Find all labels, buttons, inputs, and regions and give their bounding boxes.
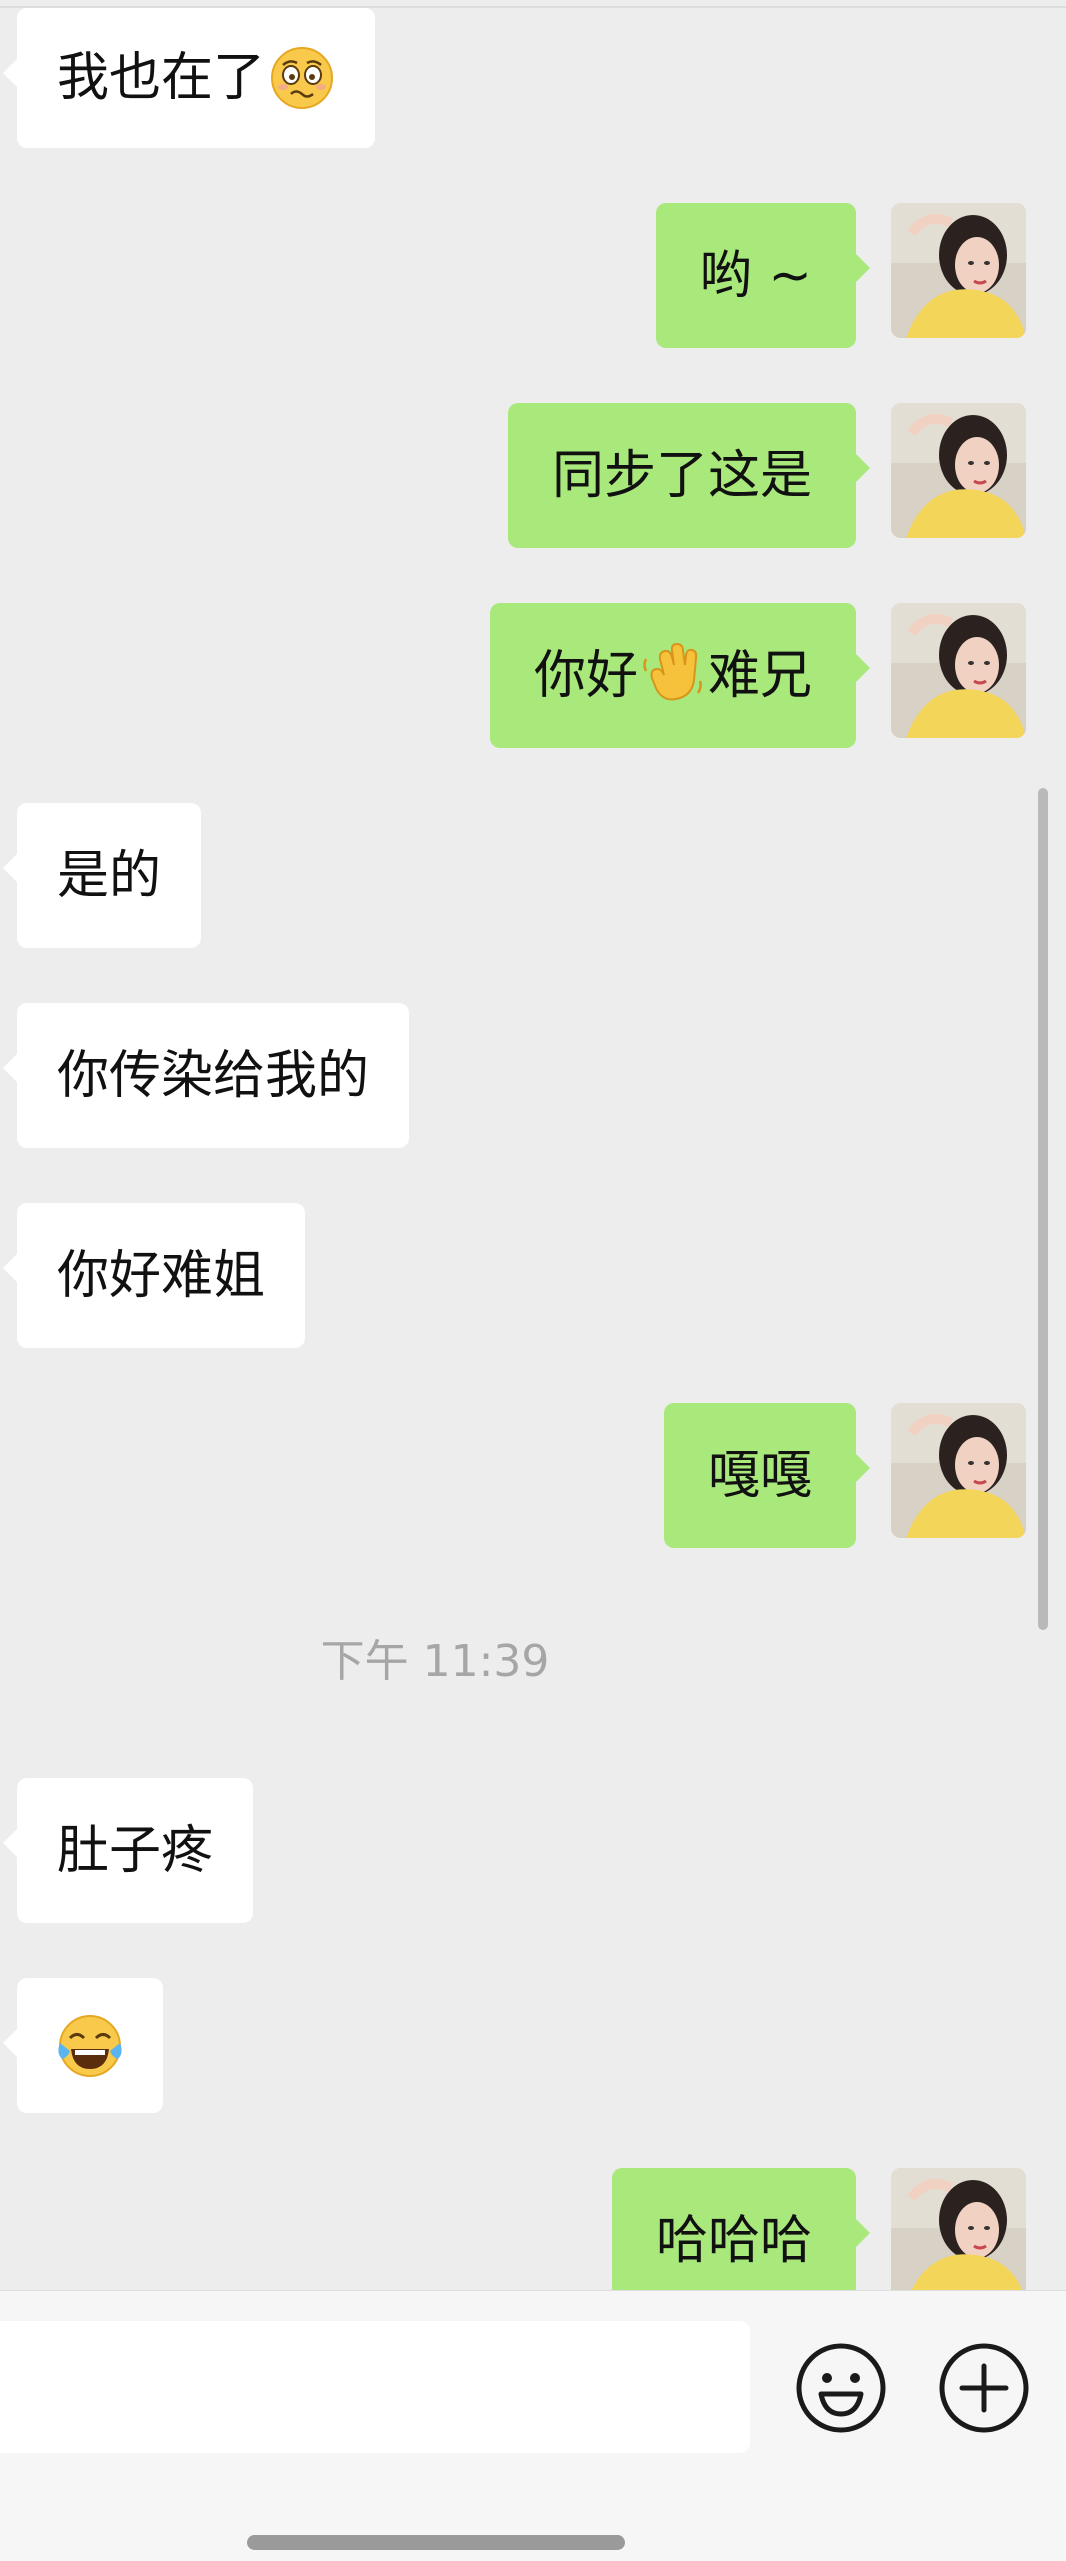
message-bubble-incoming[interactable] [3,1978,163,2113]
chat-screen: 我也在了 哟 ~ 同步了这是 你好 难兄 是的 你传染给我的 你好难姐 嘎嘎 下… [0,0,1066,2561]
message-timestamp: 下午 11:39 [320,1636,550,1687]
message-list[interactable]: 我也在了 哟 ~ 同步了这是 你好 难兄 是的 你传染给我的 你好难姐 嘎嘎 下… [0,0,1066,2290]
bubble-tail [3,2028,18,2058]
message-text: 哈哈哈 [655,2210,812,2271]
waving-hand-icon [640,642,706,709]
message-text: 同步了这是 [551,445,812,506]
message-text: 哟 ~ [699,245,812,306]
message-text: 你传染给我的 [57,1045,370,1106]
tears-of-joy-icon [57,2013,123,2079]
message-input[interactable] [0,2321,750,2453]
bubble-tail [855,653,870,683]
emoji-button[interactable] [795,2342,887,2434]
bubble-tail [3,1053,18,1083]
message-text: 你好难姐 [57,1245,266,1306]
woozy-face-icon [269,45,335,111]
sender-avatar[interactable] [891,603,1026,738]
scrollbar[interactable] [1038,788,1048,1630]
home-indicator[interactable] [247,2535,625,2550]
input-bar [0,2290,1066,2561]
bubble-tail [3,1828,18,1858]
message-text: 是的 [57,845,162,906]
message-text: 嘎嘎 [707,1445,812,1506]
bubble-tail [3,58,18,88]
message-bubble-outgoing[interactable]: 你好 难兄 [489,603,870,748]
message-bubble-outgoing[interactable]: 哈哈哈 [611,2168,870,2290]
more-button[interactable] [938,2342,1030,2434]
message-bubble-outgoing[interactable]: 嘎嘎 [663,1403,870,1548]
sender-avatar[interactable] [891,1403,1026,1538]
message-text: 你好 [533,645,638,706]
bubble-tail [3,1253,18,1283]
bubble-tail [855,453,870,483]
sender-avatar[interactable] [891,203,1026,338]
smiley-icon [795,2342,887,2434]
message-bubble-outgoing[interactable]: 哟 ~ [655,203,870,348]
message-bubble-incoming[interactable]: 你好难姐 [3,1203,306,1348]
bubble-tail [855,2218,870,2248]
message-bubble-incoming[interactable]: 你传染给我的 [3,1003,410,1148]
message-bubble-incoming[interactable]: 肚子疼 [3,1778,254,1923]
message-text: 我也在了 [57,48,266,108]
message-text: 肚子疼 [57,1820,214,1881]
plus-circle-icon [938,2342,1030,2434]
message-bubble-incoming[interactable]: 是的 [3,803,202,948]
message-bubble-incoming[interactable]: 我也在了 [3,8,376,148]
bubble-tail [3,853,18,883]
message-bubble-outgoing[interactable]: 同步了这是 [507,403,870,548]
sender-avatar[interactable] [891,403,1026,538]
bubble-tail [855,253,870,283]
sender-avatar[interactable] [891,2168,1026,2290]
bubble-tail [855,1453,870,1483]
message-text: 难兄 [707,645,812,706]
